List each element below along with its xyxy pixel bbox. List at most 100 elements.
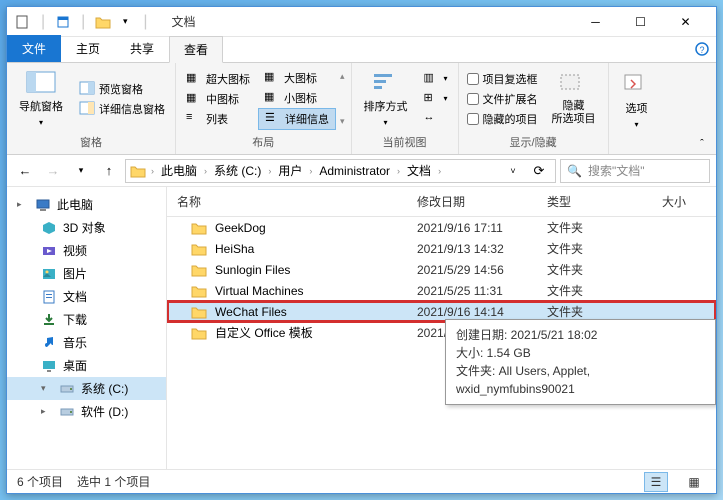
nav-pane-button[interactable]: 导航窗格 ▾ bbox=[11, 66, 71, 131]
sidebar-item-label: 图片 bbox=[63, 265, 87, 282]
breadcrumb-segment[interactable]: 系统 (C:) bbox=[212, 162, 263, 179]
thumbnails-view-toggle[interactable]: ▦ bbox=[682, 472, 706, 492]
sidebar-item-downloads[interactable]: 下载 bbox=[7, 308, 166, 331]
column-header-type[interactable]: 类型 bbox=[537, 187, 637, 216]
chevron-right-icon[interactable]: › bbox=[201, 166, 210, 176]
table-row[interactable]: GeekDog2021/9/16 17:11文件夹 bbox=[167, 217, 716, 238]
group-current-label: 当前视图 bbox=[356, 132, 454, 152]
folder-icon bbox=[95, 14, 111, 30]
options-label: 选项 bbox=[626, 100, 648, 116]
details-pane-button[interactable]: 详细信息窗格 bbox=[73, 99, 171, 119]
columns-button[interactable]: ▥▾ bbox=[418, 69, 454, 89]
breadcrumb-segment[interactable]: 用户 bbox=[276, 162, 304, 179]
up-button[interactable]: ↑ bbox=[97, 159, 121, 183]
table-row[interactable]: Virtual Machines2021/5/25 11:31文件夹 bbox=[167, 280, 716, 301]
table-row[interactable]: HeiSha2021/9/13 14:32文件夹 bbox=[167, 238, 716, 259]
ribbon: ? 导航窗格 ▾ 预览窗格 详细信息窗格 窗格 ▦超大图标 ▦中图标 bbox=[7, 63, 716, 155]
selection-count: 选中 1 个项目 bbox=[77, 473, 150, 490]
body: ▸ 此电脑 3D 对象视频图片文档下载音乐桌面▾系统 (C:)▸软件 (D:) 名称… bbox=[7, 187, 716, 469]
fit-columns-button[interactable]: ↔ bbox=[418, 109, 454, 129]
search-input[interactable]: 🔍 搜索"文档" bbox=[560, 159, 710, 183]
column-header-date[interactable]: 修改日期 bbox=[407, 187, 537, 216]
ribbon-group-showhide: 项目复选框 文件扩展名 隐藏的项目 隐藏 所选项目 显示/隐藏 bbox=[459, 63, 609, 154]
folder-icon bbox=[191, 263, 207, 277]
drive-icon bbox=[59, 381, 75, 397]
chevron-icon[interactable]: ▸ bbox=[41, 406, 53, 417]
sidebar-item-video[interactable]: 视频 bbox=[7, 239, 166, 262]
tooltip-size: 大小: 1.54 GB bbox=[456, 344, 705, 362]
chk-file-ext[interactable]: 文件扩展名 bbox=[463, 89, 542, 109]
titlebar: | | ▾ | 文档 ─ ☐ ✕ bbox=[7, 7, 716, 37]
chevron-icon[interactable]: ▾ bbox=[41, 383, 53, 394]
chevron-right-icon[interactable]: › bbox=[394, 166, 403, 176]
maximize-button[interactable]: ☐ bbox=[618, 8, 663, 36]
sidebar-item-docs[interactable]: 文档 bbox=[7, 285, 166, 308]
sidebar-item-3d[interactable]: 3D 对象 bbox=[7, 216, 166, 239]
sort-icon bbox=[370, 70, 402, 94]
sidebar-item-drive[interactable]: ▸软件 (D:) bbox=[7, 400, 166, 423]
chevron-icon[interactable]: ▸ bbox=[17, 199, 29, 210]
back-button[interactable]: ← bbox=[13, 159, 37, 183]
tooltip-folders: 文件夹: All Users, Applet, wxid_nymfubins90… bbox=[456, 362, 705, 398]
preview-pane-button[interactable]: 预览窗格 bbox=[73, 79, 171, 99]
sidebar-item-label: 视频 bbox=[63, 242, 87, 259]
chk-hidden-items[interactable]: 隐藏的项目 bbox=[463, 109, 542, 129]
qat-sep: | bbox=[81, 13, 85, 31]
close-button[interactable]: ✕ bbox=[663, 8, 708, 36]
column-header-size[interactable]: 大小 bbox=[637, 187, 697, 216]
item-count: 6 个项目 bbox=[17, 473, 63, 490]
address-dropdown-icon[interactable]: ˅ bbox=[501, 159, 525, 183]
breadcrumb-segment[interactable]: 此电脑 bbox=[159, 162, 199, 179]
chevron-right-icon[interactable]: › bbox=[265, 166, 274, 176]
view-xlarge-button[interactable]: ▦超大图标 bbox=[180, 69, 256, 89]
view-list-button[interactable]: ≡列表 bbox=[180, 109, 256, 129]
qat-dropdown-icon[interactable]: ▾ bbox=[117, 14, 133, 30]
tab-home[interactable]: 主页 bbox=[61, 35, 115, 62]
chevron-right-icon[interactable]: › bbox=[148, 166, 157, 176]
collapse-ribbon-icon[interactable]: ˆ bbox=[692, 136, 712, 152]
tooltip-created: 创建日期: 2021/5/21 18:02 bbox=[456, 326, 705, 344]
nav-pane-label: 导航窗格 bbox=[19, 98, 63, 114]
tab-file[interactable]: 文件 bbox=[7, 35, 61, 62]
help-icon[interactable]: ? bbox=[692, 39, 712, 59]
forward-button[interactable]: → bbox=[41, 159, 65, 183]
groupby-button[interactable]: ⊞▾ bbox=[418, 89, 454, 109]
properties-icon[interactable] bbox=[55, 14, 71, 30]
navigation-pane[interactable]: ▸ 此电脑 3D 对象视频图片文档下载音乐桌面▾系统 (C:)▸软件 (D:) bbox=[7, 187, 167, 469]
preview-pane-label: 预览窗格 bbox=[99, 81, 143, 97]
dropdown-icon: ▾ bbox=[39, 118, 43, 127]
options-button[interactable]: 选项 ▾ bbox=[613, 68, 661, 133]
sort-button[interactable]: 排序方式 ▾ bbox=[356, 66, 416, 131]
sidebar-item-drive[interactable]: ▾系统 (C:) bbox=[7, 377, 166, 400]
sidebar-item-label: 此电脑 bbox=[57, 196, 93, 213]
minimize-button[interactable]: ─ bbox=[573, 8, 618, 36]
refresh-icon[interactable]: ⟳ bbox=[527, 159, 551, 183]
sidebar-item-pictures[interactable]: 图片 bbox=[7, 262, 166, 285]
scroll-up-icon[interactable]: ▴ bbox=[340, 71, 345, 82]
view-small-button[interactable]: ▦小图标 bbox=[258, 88, 336, 108]
view-details-button[interactable]: ☰详细信息 bbox=[258, 108, 336, 130]
tab-view[interactable]: 查看 bbox=[169, 36, 223, 63]
column-header-name[interactable]: 名称 bbox=[167, 187, 407, 216]
breadcrumb-segment[interactable]: Administrator bbox=[317, 164, 392, 178]
chk-item-checkbox[interactable]: 项目复选框 bbox=[463, 69, 542, 89]
recent-dropdown[interactable]: ▾ bbox=[69, 159, 93, 183]
details-view-toggle[interactable]: ☰ bbox=[644, 472, 668, 492]
file-type: 文件夹 bbox=[537, 261, 637, 278]
chevron-right-icon[interactable]: › bbox=[306, 166, 315, 176]
ribbon-group-current: 排序方式 ▾ ▥▾ ⊞▾ ↔ 当前视图 bbox=[352, 63, 459, 154]
view-medium-button[interactable]: ▦中图标 bbox=[180, 89, 256, 109]
sidebar-item-music[interactable]: 音乐 bbox=[7, 331, 166, 354]
tab-share[interactable]: 共享 bbox=[115, 35, 169, 62]
address-bar[interactable]: › 此电脑 › 系统 (C:) › 用户 › Administrator › 文… bbox=[125, 159, 556, 183]
table-row[interactable]: Sunlogin Files2021/5/29 14:56文件夹 bbox=[167, 259, 716, 280]
file-date: 2021/5/25 11:31 bbox=[407, 284, 537, 298]
scroll-down-icon[interactable]: ▾ bbox=[340, 116, 345, 127]
view-large-button[interactable]: ▦大图标 bbox=[258, 68, 336, 88]
sidebar-item-pc[interactable]: ▸ 此电脑 bbox=[7, 193, 166, 216]
sidebar-item-desktop[interactable]: 桌面 bbox=[7, 354, 166, 377]
hide-selected-button[interactable]: 隐藏 所选项目 bbox=[544, 68, 604, 128]
folder-icon bbox=[130, 164, 146, 178]
chevron-right-icon[interactable]: › bbox=[435, 166, 444, 176]
breadcrumb-segment[interactable]: 文档 bbox=[405, 162, 433, 179]
